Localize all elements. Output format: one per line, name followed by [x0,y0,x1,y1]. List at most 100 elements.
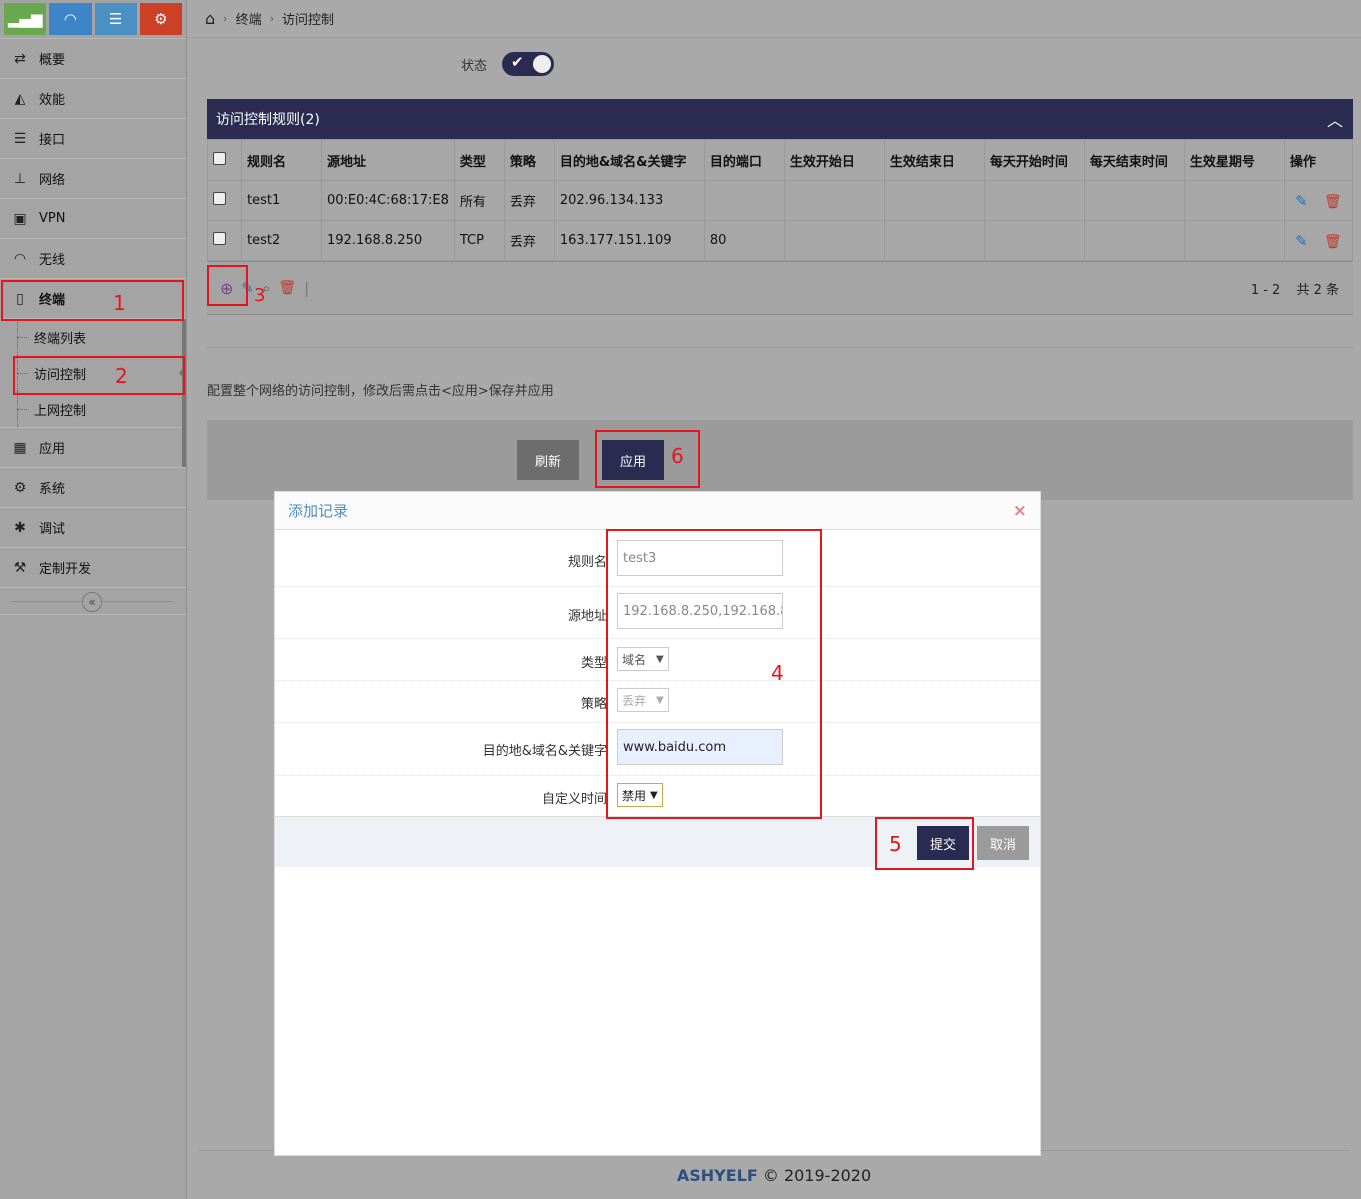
column-header[interactable]: 策略 [503,139,555,181]
sidebar-item-label: 概要 [39,53,66,68]
cell-port: 80 [703,220,785,261]
cell-name: test2 [241,220,322,261]
sidebar-item-vpn[interactable]: ▣ VPN [0,198,186,238]
close-icon[interactable]: × [1013,501,1027,521]
rules-table: 规则名 源地址 类型 策略 目的地&域名&关键字 目的端口 生效开始日 生效结束… [207,139,1354,261]
sidebar-item-label: 网络 [39,173,66,188]
toolbar-divider: | [304,279,310,297]
toggle-knob [533,55,552,73]
rules-panel: 访问控制规则(2) ︿ 规则名 源地址 类型 策略 目的地&域名&关键字 目的端… [207,99,1354,315]
pager-total: 共 2 条 [1296,282,1339,298]
sidebar-subitem-label: 上网控制 [34,403,87,419]
signal-icon[interactable]: ▂▄▆ [4,3,47,35]
column-header[interactable]: 生效开始日 [783,139,885,181]
collapse-sidebar-icon[interactable]: « [82,592,102,612]
sitemap-icon: ⊥ [13,170,27,187]
cell-policy: 丢弃 [503,220,555,261]
table-row[interactable]: test2 192.168.8.250 TCP 丢弃 163.177.151.1… [207,220,1354,261]
cell-day-end [1083,220,1185,261]
footer-brand[interactable]: ASHYELF [677,1166,758,1185]
status-label: 状态 [461,58,488,74]
sidebar-item-performance[interactable]: ◭ 效能 [0,78,186,118]
sidebar-item-overview[interactable]: ⇄ 概要 [0,38,186,78]
column-header[interactable]: 规则名 [241,139,322,181]
exchange-icon: ⇄ [14,50,26,67]
refresh-button[interactable]: 刷新 [517,440,579,480]
breadcrumb-item[interactable]: 终端 [236,9,262,28]
annotation-label: 4 [771,661,784,685]
collapse-up-icon[interactable]: ︿ [1327,107,1343,131]
footer-copyright: © 2019-2020 [762,1166,872,1185]
annotation-box [13,356,185,395]
column-header[interactable]: 目的地&域名&关键字 [553,139,705,181]
column-header[interactable]: 生效结束日 [883,139,985,181]
trash-icon[interactable]: 🗑 [278,280,296,296]
field-label: 规则名 [567,555,607,570]
sidebar: ▂▄▆ ◠ ☰ ⚙ ⇄ 概要 ◭ 效能 ☰ 接口 ⊥ 网络 ▣ VPN ◠ 无线… [0,0,187,1199]
cell-name: test1 [241,180,322,221]
pager-range: 1 - 2 [1250,282,1281,298]
gear-icon[interactable]: ⚙ [139,3,182,35]
cell-end-date [883,180,985,221]
hint-text: 配置整个网络的访问控制，修改后需点击<应用>保存并应用 [207,384,554,399]
cell-day-start [983,180,1085,221]
table-row[interactable]: test1 00:E0:4C:68:17:E8 所有 丢弃 202.96.134… [207,180,1354,221]
sidebar-collapse-row: « [0,587,186,615]
column-header[interactable]: 目的端口 [703,139,785,181]
edit-pencil-icon[interactable]: ✎ [1295,232,1308,250]
sidebar-item-application[interactable]: ▦ 应用 [0,427,186,467]
table-header-row: 规则名 源地址 类型 策略 目的地&域名&关键字 目的端口 生效开始日 生效结束… [207,139,1354,181]
annotation-label: 3 [254,285,266,306]
sidebar-item-label: 系统 [39,482,66,497]
field-label: 类型 [580,656,607,671]
cell-port [703,180,785,221]
rules-panel-title: 访问控制规则(2) [216,112,320,128]
pager-info: 1 - 2 共 2 条 [1251,279,1339,298]
divider [207,347,1353,348]
field-label: 自定义时间 [541,792,607,807]
sidebar-item-label: 效能 [39,93,66,108]
column-header[interactable]: 生效星期号 [1183,139,1285,181]
select-all-checkbox[interactable] [213,151,226,165]
annotation-box [207,265,248,306]
row-checkbox[interactable] [213,192,226,205]
sidebar-item-network[interactable]: ⊥ 网络 [0,158,186,198]
list-icon: ☰ [13,130,27,147]
breadcrumb-separator-icon: › [269,12,274,25]
sidebar-item-debug[interactable]: ✱ 调试 [0,507,186,547]
trash-icon[interactable]: 🗑 [1324,194,1342,210]
column-header: 操作 [1283,139,1354,181]
row-checkbox[interactable] [213,232,226,245]
sidebar-subitem-terminal-list[interactable]: 终端列表 [0,319,186,355]
sidebar-subitem-web-control[interactable]: 上网控制 [0,391,186,427]
breadcrumb: ⌂ › 终端 › 访问控制 [187,0,1361,38]
sidebar-item-interface[interactable]: ☰ 接口 [0,118,186,158]
column-header[interactable]: 源地址 [321,139,455,181]
footer: ASHYELF © 2019-2020 [187,1166,1361,1185]
annotation-box [606,529,822,819]
edit-pencil-icon[interactable]: ✎ [1295,192,1308,210]
trash-icon[interactable]: 🗑 [1324,234,1342,250]
list-icon[interactable]: ☰ [94,3,137,35]
breadcrumb-separator-icon: › [223,12,228,25]
cell-end-date [883,220,985,261]
column-header[interactable]: 每天开始时间 [983,139,1085,181]
wifi-icon[interactable]: ◠ [49,3,92,35]
cell-day-start [983,220,1085,261]
status-row: 状态 ✔ [461,52,555,76]
sidebar-item-label: 应用 [39,442,66,457]
sidebar-item-wireless[interactable]: ◠ 无线 [0,238,186,278]
cogs-icon: ⚙ [13,479,27,496]
sidebar-item-custom-dev[interactable]: ⚒ 定制开发 [0,547,186,587]
status-toggle[interactable]: ✔ [502,52,555,76]
annotation-label: 2 [115,364,128,388]
field-label: 源地址 [567,609,607,624]
home-icon[interactable]: ⌂ [205,9,215,28]
cell-actions: ✎ 🗑 [1283,180,1354,221]
sidebar-item-system[interactable]: ⚙ 系统 [0,467,186,507]
column-header[interactable]: 类型 [453,139,505,181]
column-header[interactable]: 每天结束时间 [1083,139,1185,181]
bug-icon: ✱ [14,519,26,536]
annotation-box [1,280,184,321]
cancel-button[interactable]: 取消 [977,826,1029,860]
